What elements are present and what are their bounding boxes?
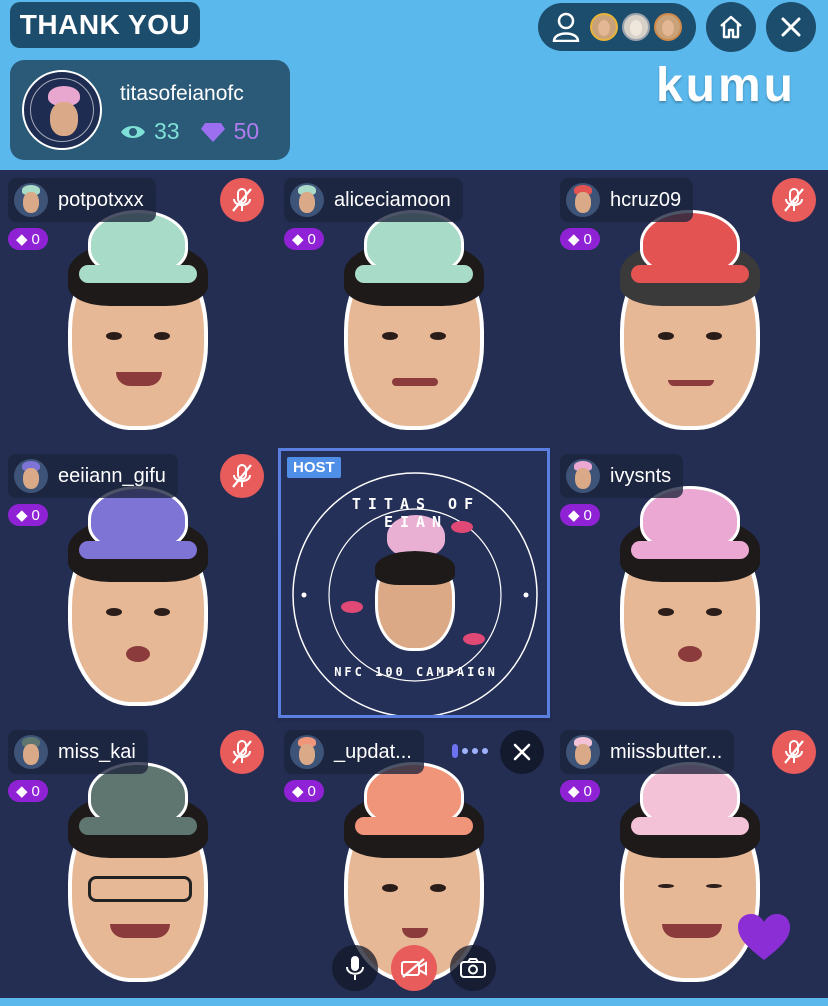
gem-icon: ◆: [292, 231, 304, 248]
mute-button[interactable]: [772, 730, 816, 774]
thank-you-button[interactable]: THANK YOU: [10, 2, 200, 48]
lips-icon: [341, 601, 363, 613]
mute-button[interactable]: [220, 178, 264, 222]
gem-badge: ◆ 0: [284, 780, 324, 802]
gem-icon: ◆: [568, 783, 580, 800]
avatar: [14, 183, 48, 217]
guest-name: ivysnts: [610, 464, 672, 487]
gem-icon: ◆: [16, 783, 28, 800]
gem-icon: ◆: [568, 507, 580, 524]
gem-badge: ◆ 0: [284, 228, 324, 250]
guest-tile[interactable]: aliceciamoon ◆ 0: [276, 170, 552, 446]
mic-off-icon: [784, 740, 804, 764]
avatar: [14, 459, 48, 493]
brand-logo: kumu: [655, 59, 796, 112]
avatar: [566, 459, 600, 493]
guest-name-tag: aliceciamoon: [284, 178, 463, 222]
guest-tile[interactable]: potpotxxx ◆ 0: [0, 170, 276, 446]
guest-name: _updat...: [334, 740, 412, 763]
bottom-bar: [0, 998, 828, 1006]
heart-icon[interactable]: [736, 912, 792, 962]
camera-toggle-button[interactable]: [391, 945, 437, 991]
camera-off-icon: [401, 958, 427, 978]
mic-off-icon: [784, 188, 804, 212]
gem-badge: ◆ 0: [560, 228, 600, 250]
guest-name-tag: ivysnts: [560, 454, 684, 498]
close-button[interactable]: [766, 2, 816, 52]
speaking-indicator: [452, 744, 488, 758]
gem-badge: ◆ 0: [8, 228, 48, 250]
mic-icon: [346, 956, 364, 980]
host-name: titasofeianofc: [120, 82, 244, 105]
host-stats: 33 50: [120, 118, 259, 145]
guest-name-tag: _updat...: [284, 730, 424, 774]
top-viewer-avatar[interactable]: [590, 13, 618, 41]
switch-camera-button[interactable]: [450, 945, 496, 991]
mic-off-icon: [232, 740, 252, 764]
mute-button[interactable]: [220, 730, 264, 774]
eye-icon: [121, 125, 145, 138]
mute-button[interactable]: [220, 454, 264, 498]
guest-name: miissbutter...: [610, 740, 723, 763]
avatar: [290, 735, 324, 769]
guest-name-tag: hcruz09: [560, 178, 694, 222]
guest-name: eeiiann_gifu: [58, 464, 166, 487]
top-bar: THANK YOU kumu titasofeianofc 33 50: [0, 0, 828, 170]
gem-badge: ◆ 0: [560, 780, 600, 802]
home-button[interactable]: [706, 2, 756, 52]
user-icon: [546, 7, 586, 47]
top-viewer-avatar[interactable]: [654, 13, 682, 41]
guest-name: potpotxxx: [58, 188, 144, 211]
gem-icon: [200, 122, 225, 142]
host-card[interactable]: titasofeianofc 33 50: [10, 60, 290, 160]
host-video: [375, 551, 455, 651]
lips-icon: [463, 633, 485, 645]
mic-button[interactable]: [332, 945, 378, 991]
switch-camera-icon: [460, 958, 486, 978]
campaign-subtitle: NFC 100 CAMPAIGN: [334, 665, 498, 679]
guest-tile[interactable]: ivysnts ◆ 0: [552, 446, 828, 722]
remove-guest-button[interactable]: [500, 730, 544, 774]
gem-icon: ◆: [16, 507, 28, 524]
host-avatar: [22, 70, 102, 150]
campaign-title: TITAS OF EIAN: [351, 495, 481, 531]
avatar: [566, 183, 600, 217]
host-badge: HOST: [287, 457, 341, 478]
home-icon: [720, 15, 742, 39]
gem-icon: ◆: [292, 783, 304, 800]
guest-tile[interactable]: miss_kai ◆ 0: [0, 722, 276, 998]
guest-tile[interactable]: eeiiann_gifu ◆ 0: [0, 446, 276, 722]
close-icon: [781, 17, 801, 37]
gem-badge: ◆ 0: [8, 780, 48, 802]
guest-name-tag: eeiiann_gifu: [8, 454, 178, 498]
top-right-controls: [538, 2, 816, 52]
guest-tile[interactable]: hcruz09 ◆ 0: [552, 170, 828, 446]
avatar: [566, 735, 600, 769]
mic-off-icon: [232, 464, 252, 488]
gem-badge: ◆ 0: [560, 504, 600, 526]
mute-button[interactable]: [772, 178, 816, 222]
avatar: [14, 735, 48, 769]
viewers-pill[interactable]: [538, 3, 696, 51]
close-icon: [513, 743, 531, 761]
guest-name: aliceciamoon: [334, 188, 451, 211]
gem-icon: ◆: [568, 231, 580, 248]
guest-name-tag: miissbutter...: [560, 730, 735, 774]
guest-name: miss_kai: [58, 740, 136, 763]
host-tile[interactable]: TITAS OF EIAN NFC 100 CAMPAIGN HOST: [278, 448, 550, 718]
viewer-count: 33: [154, 118, 180, 144]
gem-icon: ◆: [16, 231, 28, 248]
guest-name-tag: potpotxxx: [8, 178, 156, 222]
gem-count: 50: [233, 118, 260, 144]
guest-name: hcruz09: [610, 188, 682, 211]
gem-badge: ◆ 0: [8, 504, 48, 526]
mic-off-icon: [232, 188, 252, 212]
guest-grid: potpotxxx ◆ 0 aliceciamoon ◆ 0 hcruz09 ◆ 0: [0, 170, 828, 1000]
avatar: [290, 183, 324, 217]
top-viewer-avatar[interactable]: [622, 13, 650, 41]
guest-name-tag: miss_kai: [8, 730, 148, 774]
